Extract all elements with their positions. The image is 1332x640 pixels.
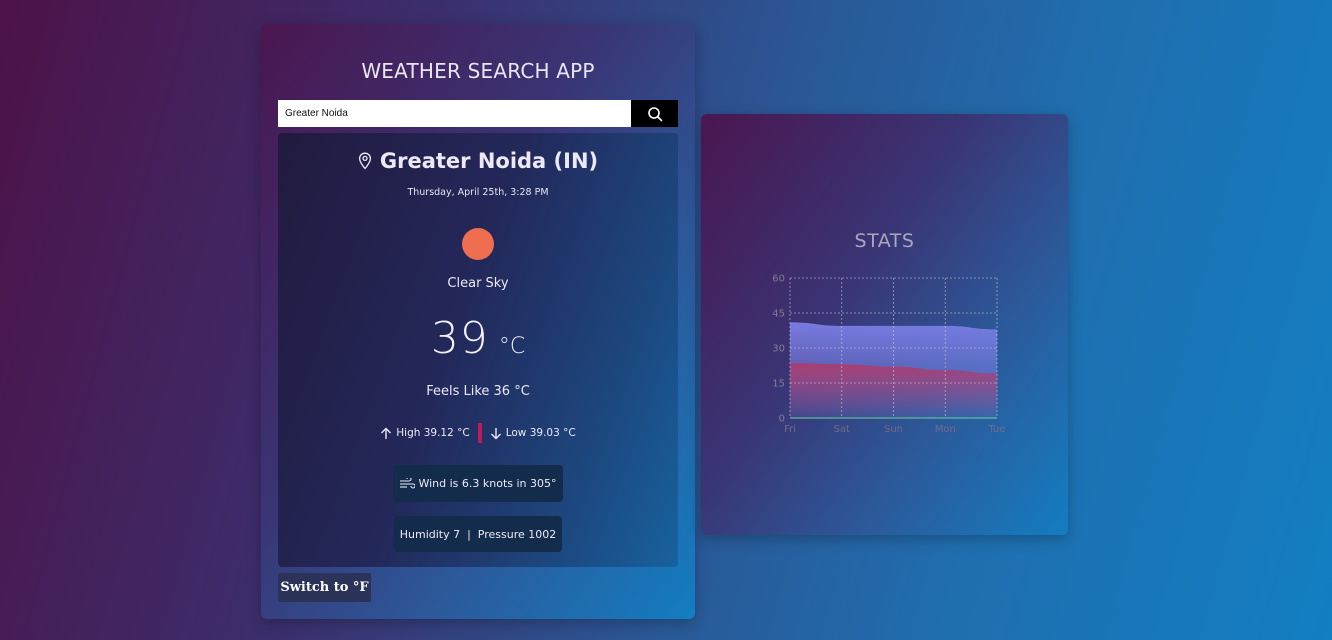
temperature-value: 39 — [430, 313, 489, 364]
high-temp: High 39.12 °C — [396, 427, 470, 439]
high-low-row: High 39.12 °C Low 39.03 °C — [278, 423, 678, 443]
y-tick-label: 60 — [772, 274, 785, 285]
x-tick-label: Tue — [987, 424, 1005, 435]
feels-like: Feels Like 36 °C — [426, 384, 530, 399]
x-tick-label: Sat — [834, 424, 850, 435]
humidity-pressure-info: Humidity 7 | Pressure 1002 — [394, 516, 562, 552]
search-input[interactable] — [278, 100, 631, 127]
city-header: Greater Noida (IN) — [278, 149, 678, 173]
weather-condition: Clear Sky — [447, 276, 509, 291]
weather-card: WEATHER SEARCH APP Greater Noida (IN) Th… — [261, 24, 695, 619]
switch-unit-button[interactable]: Switch to °F — [278, 573, 371, 602]
x-tick-label: Fri — [784, 424, 796, 435]
x-tick-label: Sun — [884, 424, 903, 435]
y-tick-label: 30 — [772, 344, 785, 355]
search-bar — [278, 100, 678, 127]
wind-text: Wind is 6.3 knots in 305° — [418, 477, 557, 490]
stats-card: STATS 0 15 30 45 60 Fri Sat Sun Mon Tue — [701, 114, 1068, 535]
search-button[interactable] — [631, 100, 678, 127]
city-name: Greater Noida (IN) — [379, 149, 599, 173]
sun-icon — [462, 228, 494, 260]
y-tick-label: 15 — [772, 379, 785, 390]
stats-chart: 0 15 30 45 60 Fri Sat Sun Mon Tue — [772, 274, 1005, 436]
temperature-display: 39 °C — [278, 313, 678, 364]
wind-icon — [400, 477, 416, 489]
humidity-pressure-text: Humidity 7 | Pressure 1002 — [399, 527, 557, 541]
low-temp: Low 39.03 °C — [505, 427, 576, 439]
x-tick-label: Mon — [935, 424, 956, 435]
location-pin-icon — [358, 152, 371, 170]
arrow-up-icon — [381, 427, 392, 439]
y-tick-label: 45 — [772, 309, 785, 320]
arrow-down-icon — [490, 427, 501, 439]
weather-panel: Greater Noida (IN) Thursday, April 25th,… — [278, 133, 678, 567]
high-low-divider — [477, 423, 482, 443]
date-time: Thursday, April 25th, 3:28 PM — [407, 187, 549, 198]
temperature-unit: °C — [498, 334, 526, 359]
y-tick-label: 0 — [779, 414, 785, 425]
wind-info: Wind is 6.3 knots in 305° — [393, 465, 563, 502]
search-icon — [647, 106, 662, 121]
app-title: WEATHER SEARCH APP — [361, 59, 595, 83]
